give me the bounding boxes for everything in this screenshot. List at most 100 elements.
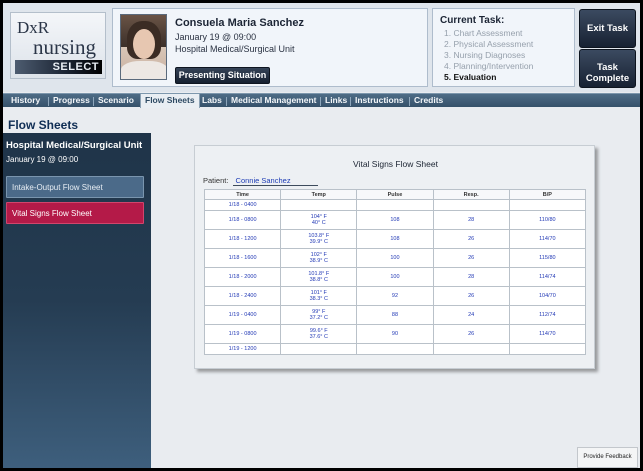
patient-photo — [120, 14, 167, 80]
temp-celsius: 38.8° C — [309, 277, 328, 283]
nav-separator — [48, 97, 49, 106]
vital-signs-table: Time Temp Pulse Resp. B/P 1/18 - 0400 1/1… — [203, 189, 587, 355]
cell-temp: 99° F 37.2° C — [280, 305, 358, 325]
cell-pulse: 100 — [356, 267, 434, 287]
temp-fahrenheit: 103.8° F — [308, 232, 330, 239]
cell-temp: 103.8° F 39.9° C — [280, 229, 358, 249]
cell-time: 1/19 - 1200 — [203, 343, 282, 355]
photo-face — [133, 29, 155, 59]
task-complete-button[interactable]: Task Complete — [579, 49, 636, 88]
patient-label: Patient: — [203, 176, 229, 185]
photo-shoulders — [121, 61, 166, 79]
temp-celsius: 38.9° C — [309, 258, 328, 264]
cell-bp: 115/80 — [508, 248, 587, 268]
task-complete-label-line1: Task — [597, 61, 618, 73]
logo-select-bar: SELECT — [15, 60, 102, 74]
cell-pulse — [356, 199, 434, 211]
table-row: 1/18 - 1200 103.8° F 39.9° C 108 26 114/70 — [203, 229, 587, 249]
tab-flow-sheets[interactable]: Flow Sheets — [140, 94, 200, 108]
cell-time: 1/19 - 0400 — [203, 305, 282, 325]
temp-celsius: 39.9° C — [309, 239, 328, 245]
cell-resp — [432, 199, 510, 211]
tab-labs[interactable]: Labs — [202, 94, 222, 108]
task-step-nursing-diagnoses: 3. Nursing Diagnoses — [444, 50, 526, 60]
column-header-resp: Resp. — [432, 189, 510, 200]
temp-fahrenheit: 102° F — [310, 251, 327, 258]
column-header-pulse: Pulse — [356, 189, 434, 200]
page-title: Flow Sheets — [8, 118, 79, 132]
cell-time: 1/19 - 0800 — [203, 324, 282, 344]
column-header-temp: Temp — [280, 189, 358, 200]
cell-temp — [280, 343, 358, 355]
table-row: 1/19 - 1200 — [203, 343, 587, 355]
task-step-planning-intervention: 4. Planning/Intervention — [444, 61, 534, 71]
presenting-situation-button[interactable]: Presenting Situation — [175, 67, 270, 84]
table-row: 1/18 - 2400 101° F 38.3° C 92 26 104/70 — [203, 286, 587, 306]
patient-panel: Consuela Maria Sanchez January 19 @ 09:0… — [112, 8, 428, 87]
cell-resp: 26 — [432, 324, 510, 344]
cell-resp — [432, 343, 510, 355]
column-header-time: Time — [203, 189, 282, 200]
flow-sheet-title: Vital Signs Flow Sheet — [353, 159, 438, 169]
temp-fahrenheit: 99° F — [312, 308, 326, 315]
column-header-bp: B/P — [508, 189, 587, 200]
cell-bp: 110/80 — [508, 210, 587, 230]
nav-separator — [93, 97, 94, 106]
cell-time: 1/18 - 0400 — [203, 199, 282, 211]
tab-instructions[interactable]: Instructions — [355, 94, 404, 108]
table-row: 1/18 - 0800 104° F 40° C 108 28 110/80 — [203, 210, 587, 230]
table-row: 1/19 - 0800 99.6° F 37.6° C 90 26 114/70 — [203, 324, 587, 344]
temp-fahrenheit: 99.6° F — [309, 327, 328, 334]
patient-unit: Hospital Medical/Surgical Unit — [175, 44, 295, 54]
nav-separator — [320, 97, 321, 106]
cell-pulse: 108 — [356, 210, 434, 230]
tab-scenario[interactable]: Scenario — [98, 94, 134, 108]
cell-temp: 99.6° F 37.6° C — [280, 324, 358, 344]
sidebar-item-vital-signs-flow-sheet[interactable]: Vital Signs Flow Sheet — [6, 202, 144, 224]
cell-pulse — [356, 343, 434, 355]
vital-signs-table-body: 1/18 - 0400 1/18 - 0800 104° F 40° C 108 28 11… — [203, 199, 587, 355]
table-row: 1/18 - 0400 — [203, 199, 587, 211]
sidebar-item-intake-output-flow-sheet[interactable]: Intake-Output Flow Sheet — [6, 176, 144, 198]
cell-bp: 114/74 — [508, 267, 587, 287]
nav-separator — [226, 97, 227, 106]
tab-links[interactable]: Links — [325, 94, 347, 108]
cell-bp — [508, 343, 587, 355]
table-row: 1/19 - 0400 99° F 37.2° C 88 24 112/74 — [203, 305, 587, 325]
tab-history[interactable]: History — [11, 94, 40, 108]
patient-date: January 19 @ 09:00 — [175, 32, 257, 42]
header: DxR nursing SELECT Consuela Maria Sanche… — [3, 3, 640, 92]
temp-celsius: 37.2° C — [309, 315, 328, 321]
provide-feedback-button[interactable]: Provide Feedback — [577, 447, 638, 468]
flow-sheet-patient-name: Connie Sanchez — [232, 176, 318, 186]
cell-bp: 114/70 — [508, 324, 587, 344]
app-window: DxR nursing SELECT Consuela Maria Sanche… — [3, 3, 640, 468]
cell-pulse: 92 — [356, 286, 434, 306]
cell-resp: 24 — [432, 305, 510, 325]
cell-temp: 104° F 40° C — [280, 210, 358, 230]
cell-pulse: 100 — [356, 248, 434, 268]
tab-credits[interactable]: Credits — [414, 94, 443, 108]
temp-celsius: 38.3° C — [309, 296, 328, 302]
cell-time: 1/18 - 2400 — [203, 286, 282, 306]
task-step-evaluation: 5. Evaluation — [444, 72, 497, 82]
cell-bp: 112/74 — [508, 305, 587, 325]
sidebar: Hospital Medical/Surgical Unit January 1… — [3, 133, 151, 468]
cell-time: 1/18 - 1600 — [203, 248, 282, 268]
temp-celsius: 37.6° C — [309, 334, 328, 340]
exit-task-button[interactable]: Exit Task — [579, 9, 636, 48]
cell-resp: 26 — [432, 286, 510, 306]
temp-celsius: 40° C — [311, 220, 326, 226]
task-step-physical-assessment: 2. Physical Assessment — [444, 39, 534, 49]
cell-temp: 101° F 38.3° C — [280, 286, 358, 306]
cell-bp: 104/70 — [508, 286, 587, 306]
logo-nursing-text: nursing — [33, 35, 96, 59]
task-step-chart-assessment: 1. Chart Assessment — [444, 28, 523, 38]
logo-select-text: SELECT — [52, 61, 99, 73]
table-row: 1/18 - 1600 102° F 38.9° C 100 26 115/80 — [203, 248, 587, 268]
table-header-row: Time Temp Pulse Resp. B/P — [203, 189, 587, 200]
tab-medical-management[interactable]: Medical Management — [231, 94, 317, 108]
tab-progress[interactable]: Progress — [53, 94, 90, 108]
nav-separator — [409, 97, 410, 106]
cell-time: 1/18 - 2000 — [203, 267, 282, 287]
